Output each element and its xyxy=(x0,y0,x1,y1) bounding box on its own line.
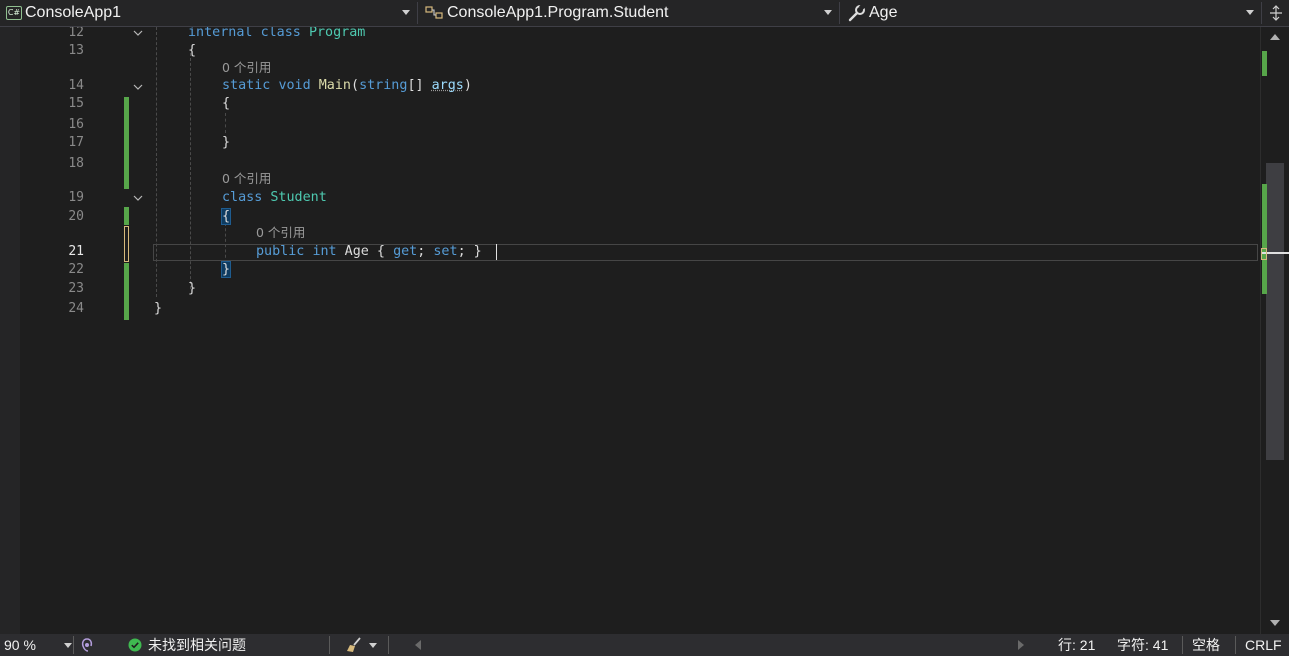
chevron-down-icon[interactable] xyxy=(1246,10,1254,15)
line-number: 15 xyxy=(68,96,84,111)
line-number: 17 xyxy=(68,135,84,150)
code-text: static void Main(string[] args) xyxy=(222,78,472,93)
code-text: } xyxy=(154,301,163,316)
line-number: 19 xyxy=(68,190,84,205)
scroll-left-icon[interactable] xyxy=(415,640,421,650)
code-line[interactable]: 23 } xyxy=(20,280,1260,298)
code-line-current[interactable]: 21 public int Age { get; set; } xyxy=(20,243,1260,261)
code-line[interactable]: 22 } xyxy=(20,261,1260,279)
code-line[interactable]: 17 } xyxy=(20,134,1260,152)
code-text: { xyxy=(220,208,232,226)
project-dropdown-label: ConsoleApp1 xyxy=(25,4,122,21)
scroll-right-icon[interactable] xyxy=(1018,640,1024,650)
line-indicator[interactable]: 行: 21 xyxy=(1058,634,1095,656)
char-indicator[interactable]: 字符: 41 xyxy=(1117,634,1168,656)
whitespace-indicator[interactable]: 空格 xyxy=(1192,634,1220,656)
code-cleanup-broom-icon[interactable] xyxy=(346,637,364,653)
scrollbar-change-marker xyxy=(1262,51,1267,76)
code-line[interactable]: 19 class Student xyxy=(20,189,1260,207)
codelens-text[interactable]: 0 个引用 xyxy=(222,60,271,76)
class-icon xyxy=(425,6,443,19)
codelens-text[interactable]: 0 个引用 xyxy=(256,225,305,241)
code-text: public int Age { get; set; } xyxy=(256,244,482,259)
line-number: 24 xyxy=(68,301,84,316)
member-dropdown-label: Age xyxy=(869,4,898,21)
member-dropdown[interactable]: Age xyxy=(842,2,1262,24)
chevron-down-icon[interactable] xyxy=(369,643,377,648)
code-line[interactable]: 15 { xyxy=(20,95,1260,113)
check-circle-icon xyxy=(128,638,142,652)
matched-brace: } xyxy=(220,261,232,278)
split-window-icon[interactable] xyxy=(1269,5,1283,21)
scroll-down-icon[interactable] xyxy=(1270,620,1280,626)
status-bar: 90 % 未找到相关问题 行: 21 字符: 41 空格 CRLF xyxy=(0,634,1289,656)
divider xyxy=(329,636,330,654)
horizontal-scrollbar[interactable] xyxy=(410,634,1030,656)
line-number: 16 xyxy=(68,117,84,132)
vertical-scrollbar[interactable] xyxy=(1260,27,1289,634)
code-line[interactable]: 20 { xyxy=(20,208,1260,226)
scroll-up-icon[interactable] xyxy=(1270,34,1280,40)
chevron-down-icon[interactable] xyxy=(64,643,72,648)
type-dropdown[interactable]: ConsoleApp1.Program.Student xyxy=(420,2,840,24)
divider xyxy=(73,636,74,654)
zoom-dropdown[interactable]: 90 % xyxy=(4,634,72,656)
codelens-references[interactable]: 0 个引用 xyxy=(20,60,1260,76)
project-dropdown[interactable]: C# ConsoleApp1 xyxy=(0,2,418,24)
scrollbar-change-marker xyxy=(1262,184,1267,294)
indicator-margin xyxy=(0,27,20,634)
chevron-down-icon[interactable] xyxy=(402,10,410,15)
code-line[interactable]: 14 static void Main(string[] args) xyxy=(20,77,1260,95)
codelens-references[interactable]: 0 个引用 xyxy=(20,225,1260,241)
line-number: 23 xyxy=(68,281,84,296)
type-dropdown-label: ConsoleApp1.Program.Student xyxy=(447,4,669,21)
line-number: 20 xyxy=(68,209,84,224)
code-line[interactable]: 24 } xyxy=(20,300,1260,318)
codelens-references[interactable]: 0 个引用 xyxy=(20,171,1260,187)
code-text: { xyxy=(188,43,197,58)
code-line[interactable]: 16 xyxy=(20,116,1260,134)
line-number: 22 xyxy=(68,262,84,277)
matched-brace: { xyxy=(220,208,232,225)
zoom-level: 90 % xyxy=(4,637,36,653)
intellicode-icon[interactable] xyxy=(80,637,94,653)
text-caret xyxy=(496,244,497,260)
divider xyxy=(1182,636,1183,654)
code-text: } xyxy=(188,281,197,296)
codelens-text[interactable]: 0 个引用 xyxy=(222,171,271,187)
code-text: } xyxy=(220,261,232,279)
scrollbar-thumb[interactable] xyxy=(1266,163,1284,460)
code-line[interactable]: 13 { xyxy=(20,42,1260,60)
issues-status[interactable]: 未找到相关问题 xyxy=(148,634,246,656)
line-ending-indicator[interactable]: CRLF xyxy=(1245,634,1282,656)
divider xyxy=(388,636,389,654)
navigation-bar: C# ConsoleApp1 ConsoleApp1.Program.Stude… xyxy=(0,0,1289,27)
code-text: { xyxy=(222,96,231,111)
line-number: 21 xyxy=(68,244,84,259)
code-editor[interactable]: 12 internal class Program 13 { 0 个引用 14 … xyxy=(20,27,1260,634)
line-number: 12 xyxy=(68,27,84,40)
code-line[interactable]: 12 internal class Program xyxy=(20,27,1260,42)
csharp-project-icon: C# xyxy=(6,6,22,20)
line-number: 13 xyxy=(68,43,84,58)
code-text: class Student xyxy=(222,190,327,205)
code-text: internal class Program xyxy=(188,27,366,40)
scrollbar-unsaved-marker xyxy=(1261,248,1267,260)
chevron-down-icon[interactable] xyxy=(824,10,832,15)
code-text: } xyxy=(222,135,231,150)
line-number: 14 xyxy=(68,78,84,93)
divider xyxy=(1235,636,1236,654)
wrench-icon xyxy=(848,4,867,22)
